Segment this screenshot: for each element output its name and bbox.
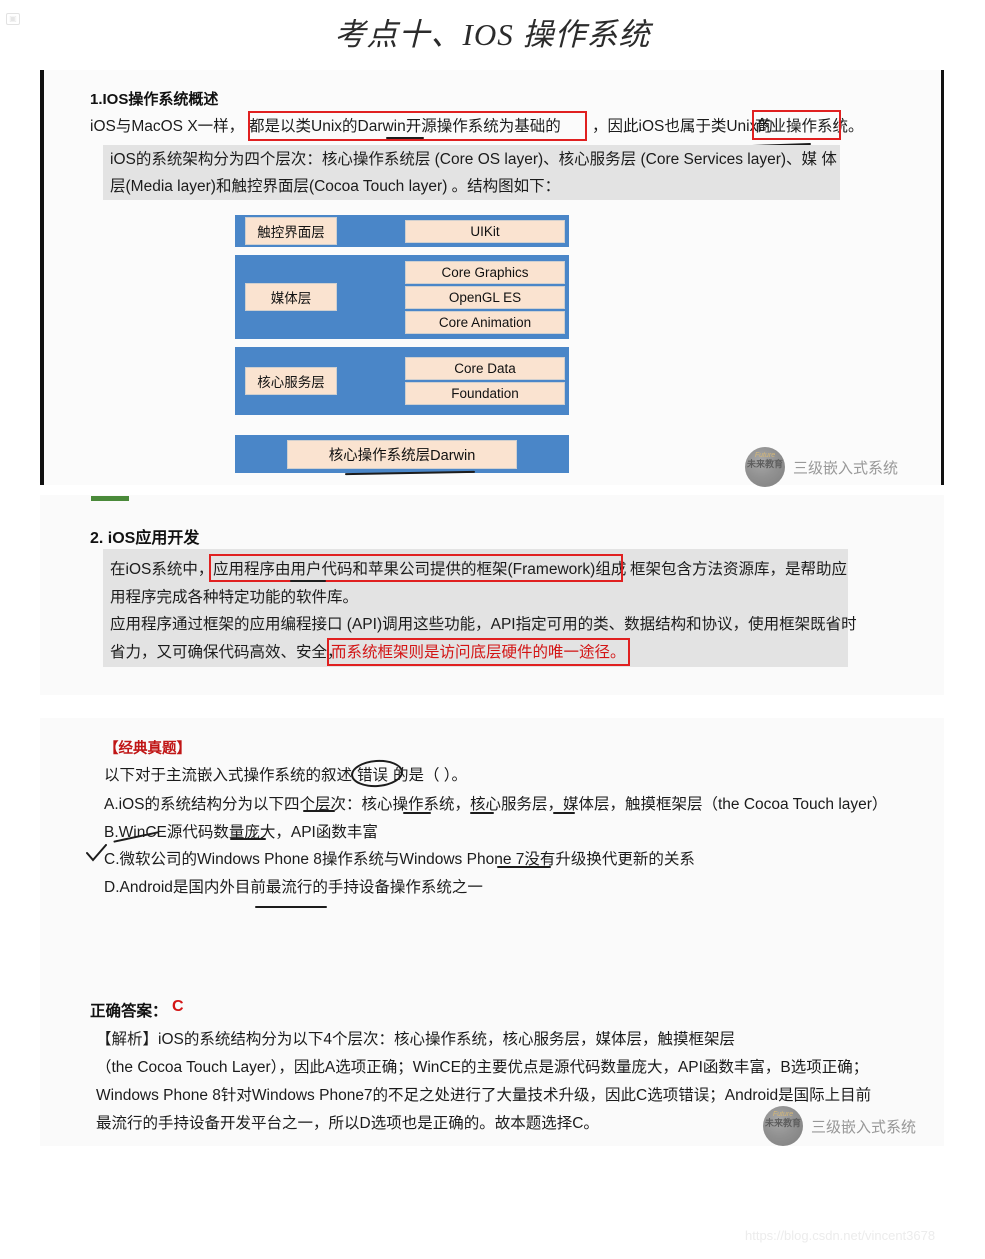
pen-underline-opt-a1 xyxy=(303,810,335,812)
overview-intro-prefix: iOS与MacOS X一样， xyxy=(90,118,245,135)
arch-item-core-graphics: Core Graphics xyxy=(405,260,565,284)
overview-heading: 1.IOS操作系统概述 xyxy=(90,91,219,108)
pen-underline-darwin xyxy=(386,137,424,139)
source-url-watermark: https://blog.csdn.net/vincent3678 xyxy=(745,1228,936,1243)
pen-underline-opt-a4 xyxy=(553,812,575,814)
arch-right-group-media: Core Graphics OpenGL ES Core Animation xyxy=(405,260,565,334)
question-option-d: D.Android是国内外目前最流行的手持设备操作系统之一 xyxy=(104,879,483,896)
pen-underline-opt-c xyxy=(497,866,551,868)
answer-explanation-line-3: Windows Phone 8针对Windows Phone7的不足之处进行了大… xyxy=(96,1087,872,1104)
red-highlight-box-4 xyxy=(327,638,630,666)
arch-row-touch-layer: 触控界面层 UIKit xyxy=(235,215,569,247)
pen-underline-opt-b2 xyxy=(230,838,266,840)
arch-left-label-media: 媒体层 xyxy=(245,283,337,311)
logo-sub-text: Future xyxy=(754,452,776,459)
answer-explanation-line-4: 最流行的手持设备开发平台之一，所以D选项也是正确的。故本题选择C。 xyxy=(96,1115,599,1132)
arch-item-opengl-es: OpenGL ES xyxy=(405,285,565,309)
appdev-line4-prefix: 省力，又可确保代码高效、安全， xyxy=(110,644,343,661)
page-title: 考点十、IOS 操作系统 xyxy=(334,17,651,52)
architecture-diagram: 触控界面层 UIKit 媒体层 Core Graphics OpenGL ES … xyxy=(235,215,569,481)
logo-title-text-2: 未来教育 xyxy=(764,1118,801,1128)
appdev-line1-suffix: 框架包含方法资源库，是帮助应 xyxy=(630,561,848,578)
question-stem-before: 以下对于主流嵌入式操作系统的叙述 xyxy=(104,767,353,784)
watermark-top: Future 未来教育 三级嵌入式系统 xyxy=(745,447,898,487)
appdev-line1-prefix: 在iOS系统中， xyxy=(110,561,214,578)
arch-left-label-touch: 触控界面层 xyxy=(245,217,337,245)
watermark-label: 三级嵌入式系统 xyxy=(793,459,899,477)
appdev-heading: 2. iOS应用开发 xyxy=(90,530,200,547)
question-stem-after: 的是（ ）。 xyxy=(393,767,468,784)
watermark-bottom: Future 未来教育 三级嵌入式系统 xyxy=(763,1106,916,1146)
red-highlight-box-3 xyxy=(209,554,623,582)
classic-question-tag: 【经典真题】 xyxy=(104,741,191,757)
logo-sub-text-2: Future xyxy=(772,1111,794,1118)
appdev-line2: 用程序完成各种特定功能的软件库。 xyxy=(110,589,359,606)
pen-underline-opt-a2 xyxy=(403,812,431,814)
red-highlight-box-2 xyxy=(752,110,841,140)
arch-spacer xyxy=(235,423,569,435)
overview-intro-middle: ，因此iOS也属于类Unix的 xyxy=(592,118,773,135)
overview-grey-line-1: iOS的系统架构分为四个层次：核心操作系统层 (Core OS layer)、核… xyxy=(110,151,837,168)
future-edu-logo-icon: Future 未来教育 xyxy=(745,447,785,487)
answer-explanation-line-2: （the Cocoa Touch Layer），因此A选项正确；WinCE的主要… xyxy=(96,1059,869,1076)
pen-underline-framework xyxy=(290,580,326,582)
answer-label: 正确答案： xyxy=(90,1003,168,1020)
arch-left-label-core-services: 核心服务层 xyxy=(245,367,337,395)
question-option-c: C.微软公司的Windows Phone 8操作系统与Windows Phone… xyxy=(104,851,695,868)
arch-item-core-data: Core Data xyxy=(405,357,565,380)
arch-item-uikit: UIKit xyxy=(405,219,565,243)
arch-row-media-layer: 媒体层 Core Graphics OpenGL ES Core Animati… xyxy=(235,255,569,339)
overview-grey-line-2: 层(Media layer)和触控界面层(Cocoa Touch layer) … xyxy=(110,178,561,195)
answer-value: C xyxy=(172,998,184,1015)
question-option-a: A.iOS的系统结构分为以下四个层次：核心操作系统，核心服务层，媒体层，触摸框架… xyxy=(104,796,888,813)
appdev-line3: 应用程序通过框架的应用编程接口 (API)调用这些功能，API指定可用的类、数据… xyxy=(110,616,857,633)
arch-item-core-animation: Core Animation xyxy=(405,310,565,334)
arch-right-group-core-services: Core Data Foundation xyxy=(405,357,565,405)
arch-right-group-touch: UIKit xyxy=(405,219,565,243)
pen-underline-opt-d xyxy=(255,906,327,908)
arch-row-core-services-layer: 核心服务层 Core Data Foundation xyxy=(235,347,569,415)
arch-item-foundation: Foundation xyxy=(405,382,565,405)
logo-title-text: 未来教育 xyxy=(746,459,783,469)
pen-checkmark-icon xyxy=(86,844,107,862)
arch-item-core-os-darwin: 核心操作系统层Darwin xyxy=(287,439,517,469)
green-marker-bar xyxy=(91,496,129,501)
watermark-label-2: 三级嵌入式系统 xyxy=(811,1118,917,1136)
arch-row-core-os-layer: 核心操作系统层Darwin xyxy=(235,435,569,473)
future-edu-logo-icon-2: Future 未来教育 xyxy=(763,1106,803,1146)
pen-underline-opt-a3 xyxy=(470,812,494,814)
answer-explanation-line-1: 【解析】iOS的系统结构分为以下4个层次：核心操作系统，核心服务层，媒体层，触摸… xyxy=(96,1031,735,1048)
